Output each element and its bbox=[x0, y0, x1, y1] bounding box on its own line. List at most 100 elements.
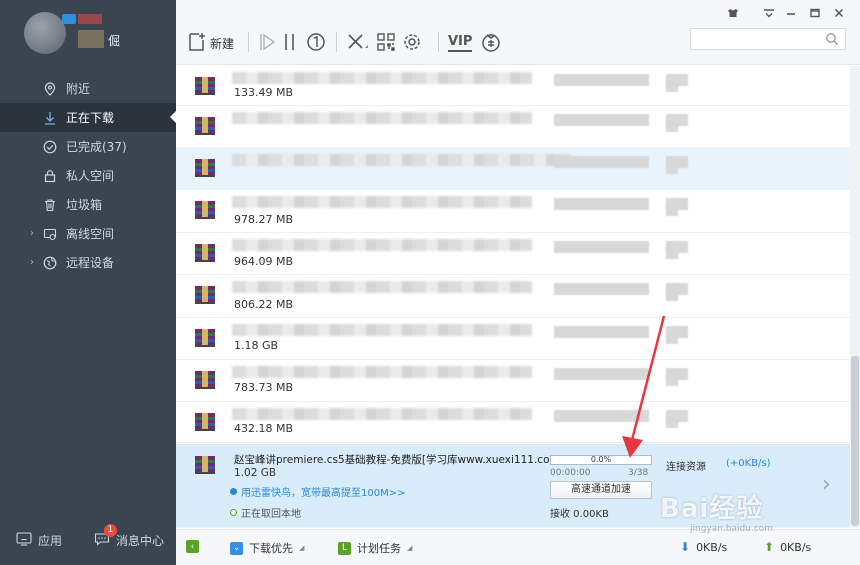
chevron-right-icon[interactable]: › bbox=[30, 257, 34, 268]
download-row[interactable]: 806.22 MB bbox=[176, 275, 850, 318]
apps-icon bbox=[16, 532, 32, 549]
download-icon bbox=[42, 110, 58, 126]
status-redacted bbox=[554, 114, 649, 126]
watermark: Bai经验 bbox=[660, 494, 764, 524]
apps-button[interactable]: 应用 bbox=[16, 532, 62, 549]
dropdown-icon: ◢ bbox=[299, 544, 305, 552]
download-row[interactable]: 133.49 MB bbox=[176, 66, 850, 106]
download-row[interactable]: 783.73 MB bbox=[176, 360, 850, 402]
speed-redacted bbox=[666, 247, 678, 259]
menu-icon[interactable] bbox=[762, 6, 776, 20]
download-size: 1.02 GB bbox=[234, 467, 277, 479]
sidebar-item-completed[interactable]: 已完成(37) bbox=[0, 132, 176, 161]
user-name: 倔 bbox=[108, 34, 121, 48]
file-size: 432.18 MB bbox=[234, 422, 294, 435]
filename-redacted bbox=[232, 112, 532, 124]
download-speed-value: 0KB/s bbox=[696, 540, 728, 554]
info-dot-icon bbox=[230, 488, 237, 495]
arrow-down-icon: ⬇ bbox=[680, 540, 691, 554]
filename-redacted bbox=[232, 72, 532, 84]
status-redacted bbox=[554, 198, 649, 210]
filename-redacted bbox=[232, 324, 532, 336]
speedup-promo-link[interactable]: 用迅雷快鸟，宽带最高提至100M>> bbox=[230, 484, 405, 499]
delete-x-icon bbox=[346, 32, 370, 55]
speed-redacted bbox=[666, 374, 678, 386]
source-count: 3/38 bbox=[628, 468, 649, 478]
sidebar-footer: 应用 1 消息中心 bbox=[0, 515, 176, 565]
sidebar-item-nearby[interactable]: 附近 bbox=[0, 74, 176, 103]
download-row[interactable]: 432.18 MB bbox=[176, 402, 850, 443]
maximize-icon[interactable] bbox=[808, 6, 822, 20]
avatar[interactable] bbox=[24, 12, 66, 54]
user-profile[interactable]: 倔 bbox=[0, 0, 176, 66]
pause-icon bbox=[282, 32, 298, 55]
download-row[interactable]: 978.27 MB bbox=[176, 190, 850, 233]
download-row[interactable]: 1.18 GB bbox=[176, 318, 850, 360]
download-row[interactable]: 964.09 MB bbox=[176, 233, 850, 275]
globe-icon bbox=[42, 255, 58, 271]
qrcode-button[interactable] bbox=[376, 32, 396, 54]
download-speed: ⬇ 0KB/s bbox=[680, 540, 727, 554]
status-redacted bbox=[554, 368, 649, 380]
play-icon bbox=[258, 32, 276, 55]
sidebar-item-trash[interactable]: 垃圾箱 bbox=[0, 190, 176, 219]
file-size: 133.49 MB bbox=[234, 86, 294, 99]
download-title: 赵宝峰讲premiere.cs5基础教程-免费版[学习库www.xuexi111… bbox=[234, 454, 570, 466]
new-task-button[interactable]: 新建 bbox=[188, 32, 234, 54]
search-input[interactable] bbox=[690, 28, 846, 50]
sidebar-item-offline[interactable]: › 离线空间 bbox=[0, 219, 176, 248]
user-name-blurred bbox=[78, 30, 104, 48]
sidebar-nav: 附近 正在下载 已完成(37) 私人空间 垃圾箱 › 离线空间 › 远程设备 bbox=[0, 74, 176, 277]
upload-speed-value: 0KB/s bbox=[780, 540, 812, 554]
archive-file-icon bbox=[192, 367, 218, 393]
toolbar-divider bbox=[438, 32, 439, 52]
archive-file-icon bbox=[192, 282, 218, 308]
minimize-icon[interactable] bbox=[784, 6, 798, 20]
close-icon[interactable] bbox=[832, 6, 846, 20]
received-amount: 接收 0.00KB bbox=[550, 509, 609, 520]
speed-redacted bbox=[666, 162, 678, 174]
chevron-right-icon[interactable]: › bbox=[30, 228, 34, 239]
messages-label: 消息中心 bbox=[116, 534, 165, 548]
sidebar-item-remote[interactable]: › 远程设备 bbox=[0, 248, 176, 277]
upload-speed: ⬆ 0KB/s bbox=[764, 540, 811, 554]
sidebar-item-label: 私人空间 bbox=[66, 169, 115, 183]
status-bar: ‹ ⌄ 下载优先 ◢ L 计划任务 ◢ ⬇ 0KB/s ⬆ 0KB/s bbox=[176, 529, 860, 565]
priority-icon: ⌄ bbox=[230, 541, 243, 555]
download-row[interactable] bbox=[176, 148, 850, 190]
sidebar-item-downloading[interactable]: 正在下载 bbox=[0, 103, 176, 132]
archive-file-icon bbox=[192, 452, 218, 478]
download-list: 133.49 MB 978.27 MB 964.09 MB 806.22 MB 1.18… bbox=[176, 66, 860, 528]
messages-button[interactable]: 1 消息中心 bbox=[94, 524, 165, 549]
vip-button[interactable]: VIP bbox=[448, 32, 473, 54]
limit-speed-button[interactable] bbox=[306, 32, 326, 54]
skin-icon[interactable] bbox=[726, 6, 740, 20]
turbo-icon bbox=[480, 31, 502, 56]
qrcode-icon bbox=[376, 32, 396, 55]
scrollbar-thumb[interactable] bbox=[851, 356, 859, 526]
speedup-button[interactable] bbox=[480, 32, 502, 54]
file-size: 783.73 MB bbox=[234, 381, 294, 394]
download-row[interactable] bbox=[176, 106, 850, 148]
collapse-button[interactable]: ‹ bbox=[186, 540, 199, 553]
speed-redacted bbox=[666, 80, 678, 92]
scheduled-tasks-button[interactable]: L 计划任务 ◢ bbox=[338, 540, 412, 556]
sidebar-item-label: 远程设备 bbox=[66, 256, 115, 270]
cloud-icon bbox=[42, 226, 58, 242]
search-icon[interactable] bbox=[825, 32, 839, 49]
filename-redacted bbox=[232, 154, 572, 166]
toolbar: 新建 VIP bbox=[176, 0, 860, 65]
scrollbar[interactable] bbox=[850, 66, 860, 528]
settings-button[interactable] bbox=[402, 32, 424, 54]
archive-file-icon bbox=[192, 197, 218, 223]
accelerate-button[interactable]: 高速通道加速 bbox=[550, 481, 652, 499]
start-button[interactable] bbox=[258, 32, 276, 54]
delete-button[interactable] bbox=[346, 32, 370, 54]
status-redacted bbox=[554, 410, 649, 422]
pause-button[interactable] bbox=[282, 32, 298, 54]
location-icon bbox=[42, 81, 58, 97]
chevron-right-icon[interactable]: › bbox=[822, 472, 831, 497]
sidebar-item-private[interactable]: 私人空间 bbox=[0, 161, 176, 190]
status-redacted bbox=[554, 241, 649, 253]
download-priority-button[interactable]: ⌄ 下载优先 ◢ bbox=[230, 540, 304, 556]
